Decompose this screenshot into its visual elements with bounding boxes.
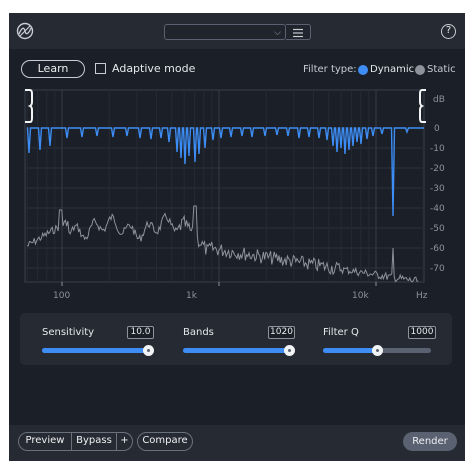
- top-bar: ⌵ ?: [9, 13, 465, 49]
- add-button[interactable]: +: [116, 432, 133, 451]
- filter-q-label: Filter Q: [323, 327, 359, 338]
- filter-q-slider[interactable]: [323, 345, 431, 356]
- adaptive-mode-label: Adaptive mode: [112, 62, 196, 75]
- preset-menu-button[interactable]: [286, 24, 311, 40]
- filter-type-static-label: Static: [427, 64, 456, 75]
- freq-unit-label: Hz: [416, 291, 428, 301]
- filter-q-value[interactable]: 1000: [408, 326, 436, 339]
- db-tick: 0: [434, 124, 440, 134]
- freq-tick: 10k: [352, 291, 369, 301]
- preset-dropdown[interactable]: ⌵: [164, 24, 286, 40]
- db-tick: -40: [430, 204, 445, 214]
- bands-value[interactable]: 1020: [268, 326, 295, 339]
- hamburger-menu-icon: [293, 28, 303, 38]
- db-tick: -20: [430, 164, 445, 174]
- filter-q-thumb[interactable]: [371, 345, 383, 356]
- preview-button[interactable]: Preview: [18, 432, 72, 451]
- freq-tick: 1k: [186, 291, 198, 301]
- db-tick: -10: [430, 144, 445, 154]
- bands-fill: [183, 348, 295, 353]
- adaptive-mode-checkbox[interactable]: [95, 63, 106, 74]
- bands-label: Bands: [183, 327, 214, 338]
- spectral-logo-icon[interactable]: [16, 22, 34, 40]
- graph-frame: [24, 89, 425, 283]
- sensitivity-fill: [42, 348, 154, 353]
- filter-type-dynamic-radio[interactable]: [358, 65, 368, 75]
- filter-q-fill: [323, 348, 377, 353]
- bands-slider[interactable]: [183, 345, 295, 356]
- filter-type-dynamic-label: Dynamic: [370, 64, 415, 75]
- db-tick: -30: [430, 184, 445, 194]
- learn-button[interactable]: Learn: [21, 60, 85, 78]
- sensitivity-slider[interactable]: [42, 345, 154, 356]
- db-unit-label: dB: [433, 95, 445, 105]
- filter-type-static-radio[interactable]: [415, 65, 425, 75]
- sensitivity-value[interactable]: 10.0: [127, 326, 154, 339]
- compare-button[interactable]: Compare: [137, 432, 193, 451]
- db-tick: -50: [430, 224, 445, 234]
- db-tick: -60: [430, 244, 445, 254]
- sensitivity-label: Sensitivity: [42, 327, 95, 338]
- freq-tick: 100: [53, 291, 70, 301]
- plugin-window: ⌵ ? Learn Adaptive mode Filter type: Dyn…: [9, 13, 465, 461]
- spectrum-display[interactable]: dB 0 -10 -20 -30 -40 -50 -60 -70 100 1k …: [9, 88, 465, 303]
- bottom-bar: Preview Bypass + Compare Render: [9, 425, 465, 461]
- db-tick: -70: [430, 264, 445, 274]
- render-button[interactable]: Render: [403, 432, 457, 451]
- bands-thumb[interactable]: [284, 345, 295, 356]
- chevron-down-icon: ⌵: [274, 28, 281, 38]
- sensitivity-thumb[interactable]: [143, 345, 154, 356]
- parameter-panel: Sensitivity 10.0 Bands 1020 Filter Q 100…: [20, 313, 452, 365]
- filter-type-label: Filter type:: [303, 64, 357, 75]
- bypass-button[interactable]: Bypass: [71, 432, 117, 451]
- help-icon[interactable]: ?: [441, 24, 456, 39]
